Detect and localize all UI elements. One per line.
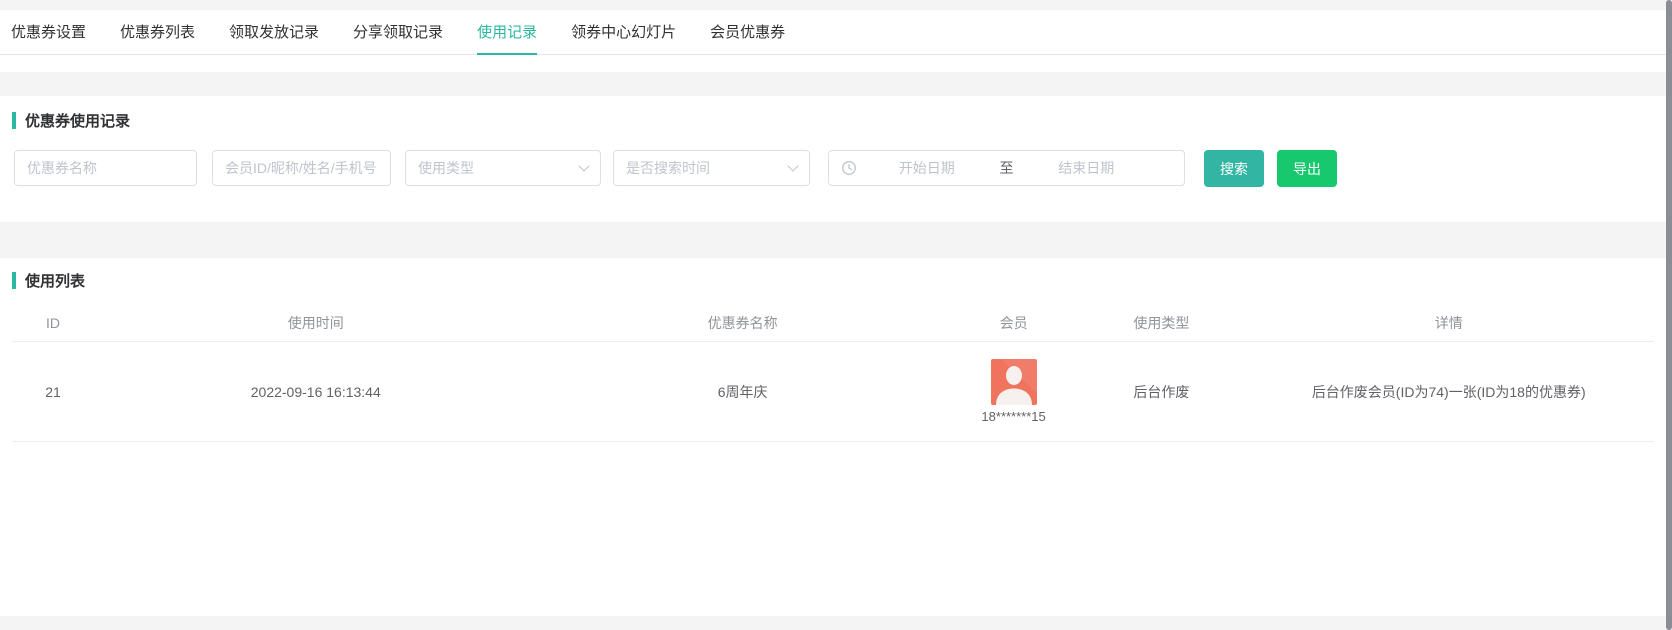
chevron-down-icon: [578, 160, 589, 171]
table-header-row: ID使用时间优惠券名称会员使用类型详情: [12, 304, 1654, 342]
column-header-1: ID: [12, 315, 94, 331]
member-search-input[interactable]: [212, 150, 391, 186]
usage-list-section-header: 使用列表: [12, 270, 85, 291]
tab-item-2[interactable]: 优惠券列表: [120, 10, 195, 55]
filter-card: 优惠券使用记录 使用类型 是否搜索时间 开始日期 至 结束日期 搜索 导出: [0, 96, 1666, 222]
search-button[interactable]: 搜索: [1204, 150, 1264, 187]
usage-type-select[interactable]: 使用类型: [405, 150, 601, 186]
tab-bar-card: 优惠券设置优惠券列表领取发放记录分享领取记录使用记录领券中心幻灯片会员优惠券: [0, 10, 1666, 72]
tab-item-7[interactable]: 会员优惠券: [710, 10, 785, 55]
cell-member: 18*******15: [948, 359, 1079, 424]
column-header-3: 优惠券名称: [537, 313, 948, 333]
scrollbar[interactable]: [1666, 0, 1672, 630]
cell-usage-type: 后台作废: [1079, 382, 1243, 402]
chevron-down-icon: [787, 160, 798, 171]
tab-item-4[interactable]: 分享领取记录: [353, 10, 443, 55]
search-time-select-value: 是否搜索时间: [626, 158, 710, 178]
usage-list-section-title: 使用列表: [25, 270, 85, 291]
usage-type-select-value: 使用类型: [418, 158, 474, 178]
member-phone: 18*******15: [981, 409, 1045, 424]
table-row: 21 2022-09-16 16:13:44 6周年庆 18*******15 …: [12, 342, 1654, 442]
cell-id: 21: [12, 384, 94, 400]
filter-section-header: 优惠券使用记录: [12, 110, 130, 131]
column-header-4: 会员: [948, 313, 1079, 333]
tab-item-5[interactable]: 使用记录: [477, 10, 537, 55]
tab-item-1[interactable]: 优惠券设置: [11, 10, 86, 55]
start-date-input[interactable]: 开始日期: [859, 158, 995, 178]
search-time-select[interactable]: 是否搜索时间: [613, 150, 810, 186]
coupon-name-input[interactable]: [14, 150, 197, 186]
column-header-6: 详情: [1243, 313, 1654, 333]
tab-item-3[interactable]: 领取发放记录: [229, 10, 319, 55]
scrollbar-thumb[interactable]: [1666, 0, 1672, 630]
clock-icon: [841, 160, 857, 176]
member-avatar: [991, 359, 1037, 405]
cell-detail: 后台作废会员(ID为74)一张(ID为18的优惠券): [1243, 382, 1654, 402]
tab-item-6[interactable]: 领券中心幻灯片: [571, 10, 676, 55]
usage-list-card: 使用列表 ID使用时间优惠券名称会员使用类型详情 21 2022-09-16 1…: [0, 258, 1666, 616]
tab-bar: 优惠券设置优惠券列表领取发放记录分享领取记录使用记录领券中心幻灯片会员优惠券: [0, 10, 1666, 55]
filter-section-title: 优惠券使用记录: [25, 110, 130, 131]
end-date-input[interactable]: 结束日期: [1019, 158, 1155, 178]
cell-coupon-name: 6周年庆: [537, 382, 948, 402]
section-accent-bar: [12, 112, 16, 129]
column-header-5: 使用类型: [1079, 313, 1243, 333]
section-accent-bar: [12, 272, 16, 289]
column-header-2: 使用时间: [94, 313, 537, 333]
date-range-picker[interactable]: 开始日期 至 结束日期: [828, 150, 1185, 186]
date-range-separator: 至: [995, 158, 1019, 178]
cell-used-time: 2022-09-16 16:13:44: [94, 384, 537, 400]
export-button[interactable]: 导出: [1277, 150, 1337, 187]
